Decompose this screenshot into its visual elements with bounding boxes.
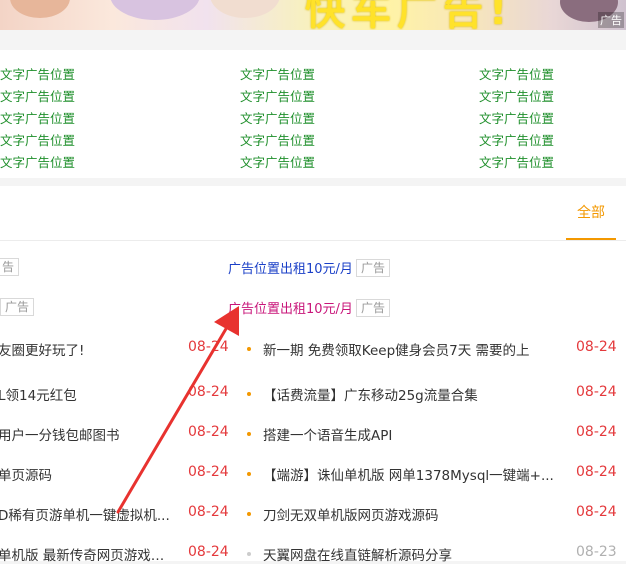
text-ad-link[interactable]: 文字广告位置: [240, 130, 315, 149]
list-item[interactable]: 新一期 免费领取Keep健身会员7天 需要的上 08-24: [244, 339, 624, 359]
news-title[interactable]: 搭建一个语音生成API: [263, 424, 563, 444]
ad-badge-left: 广告: [0, 298, 35, 316]
bullet-icon: [247, 512, 251, 516]
list-item[interactable]: 刀剑无双单机版网页游戏源码 08-24: [244, 504, 624, 524]
news-date: 08-24: [188, 504, 229, 520]
text-ad-link[interactable]: 文字广告位置: [0, 152, 75, 171]
text-ad-link[interactable]: 文字广告位置: [240, 86, 315, 105]
list-item[interactable]: 单页源码 08-24: [0, 464, 230, 484]
banner-headline: 快车广告!: [305, 0, 514, 30]
list-item[interactable]: L领14元红包 08-24: [0, 384, 230, 404]
news-title[interactable]: 友圈更好玩了!: [0, 339, 174, 359]
list-item[interactable]: 用户一分钱包邮图书 08-24: [0, 424, 230, 444]
bullet-icon: [247, 472, 251, 476]
text-ad-link[interactable]: 文字广告位置: [240, 64, 315, 83]
news-date: 08-24: [576, 464, 617, 480]
news-date: 08-24: [188, 544, 229, 560]
news-title[interactable]: 用户一分钱包邮图书: [0, 424, 174, 444]
news-date: 08-24: [188, 464, 229, 480]
bullet-icon: [247, 392, 251, 396]
ad-row-2[interactable]: 广告位置出租10元/月 广告: [228, 298, 390, 317]
news-panel: 全部 告 广告位置出租10元/月 广告 广告 广告位置出租10元/月 广告 友圈更好…: [0, 186, 626, 564]
banner-ad-tag: 广告: [598, 12, 624, 28]
list-item[interactable]: D稀有页游单机一键虚拟机... 08-24: [0, 504, 230, 524]
news-title[interactable]: 新一期 免费领取Keep健身会员7天 需要的上: [263, 339, 563, 359]
text-ad-link[interactable]: 文字广告位置: [479, 64, 554, 83]
news-title[interactable]: 单页源码: [0, 464, 174, 484]
news-date: 08-24: [576, 504, 617, 520]
news-date: 08-24: [188, 424, 229, 440]
banner-art-shape: [10, 0, 70, 18]
news-title[interactable]: 【端游】诛仙单机版 网单1378Mysql一键端+...: [263, 464, 563, 484]
bullet-icon: [247, 347, 251, 351]
news-title[interactable]: L领14元红包: [0, 384, 174, 404]
news-title[interactable]: 【话费流量】广东移动25g流量合集: [263, 384, 563, 404]
text-ad-link[interactable]: 文字广告位置: [0, 130, 75, 149]
text-ad-link[interactable]: 文字广告位置: [240, 152, 315, 171]
news-title[interactable]: 刀剑无双单机版网页游戏源码: [263, 504, 563, 524]
list-item[interactable]: 【话费流量】广东移动25g流量合集 08-24: [244, 384, 624, 404]
news-date: 08-24: [576, 339, 617, 355]
news-title[interactable]: D稀有页游单机一键虚拟机...: [0, 504, 174, 524]
news-title[interactable]: 单机版 最新传奇网页游戏一...: [0, 544, 174, 564]
ad-badge: 告: [0, 258, 20, 276]
list-item[interactable]: 单机版 最新传奇网页游戏一... 08-24: [0, 544, 230, 564]
news-date: 08-24: [576, 384, 617, 400]
bullet-icon: [247, 432, 251, 436]
ad-link[interactable]: 广告位置出租10元/月: [228, 302, 353, 317]
ad-badge: 广告: [0, 298, 35, 316]
ad-row-1[interactable]: 广告位置出租10元/月 广告: [228, 258, 390, 277]
text-ad-link[interactable]: 文字广告位置: [0, 64, 75, 83]
text-ad-link[interactable]: 文字广告位置: [240, 108, 315, 127]
news-date: 08-24: [188, 339, 229, 355]
list-item[interactable]: 搭建一个语音生成API 08-24: [244, 424, 624, 444]
ad-badge-left: 告: [0, 258, 20, 276]
top-banner-ad[interactable]: 快车广告! 广告: [0, 0, 626, 30]
ad-badge: 广告: [355, 299, 390, 317]
list-item[interactable]: 天翼网盘在线直链解析源码分享 08-23: [244, 544, 624, 564]
text-ad-link[interactable]: 文字广告位置: [479, 86, 554, 105]
bullet-icon: [247, 552, 251, 556]
news-date: 08-24: [188, 384, 229, 400]
banner-art-shape: [110, 0, 200, 20]
text-ad-link[interactable]: 文字广告位置: [479, 152, 554, 171]
list-item[interactable]: 友圈更好玩了! 08-24: [0, 339, 230, 359]
text-ad-link[interactable]: 文字广告位置: [479, 108, 554, 127]
tab-all[interactable]: 全部: [566, 186, 616, 240]
ad-link[interactable]: 广告位置出租10元/月: [228, 262, 353, 277]
news-date: 08-23: [576, 544, 617, 560]
news-tab-bar: 全部: [0, 186, 626, 241]
text-ad-link[interactable]: 文字广告位置: [0, 108, 75, 127]
text-ad-link[interactable]: 文字广告位置: [479, 130, 554, 149]
banner-art-shape: [210, 0, 280, 18]
ad-badge: 广告: [355, 259, 390, 277]
news-date: 08-24: [576, 424, 617, 440]
text-ad-link[interactable]: 文字广告位置: [0, 86, 75, 105]
news-title[interactable]: 天翼网盘在线直链解析源码分享: [263, 544, 563, 564]
text-ad-grid: 文字广告位置 文字广告位置 文字广告位置 文字广告位置 文字广告位置 文字广告位置 文字广告…: [0, 50, 626, 178]
list-item[interactable]: 【端游】诛仙单机版 网单1378Mysql一键端+... 08-24: [244, 464, 624, 484]
